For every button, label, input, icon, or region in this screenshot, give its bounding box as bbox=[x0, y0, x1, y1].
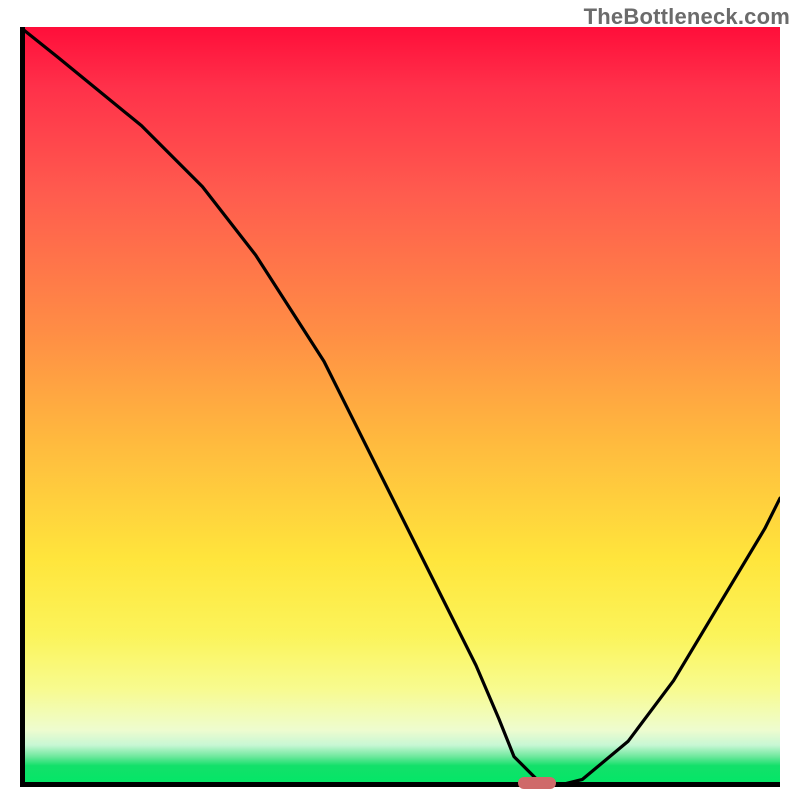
optimal-marker bbox=[518, 777, 556, 789]
chart-frame bbox=[20, 27, 780, 787]
bottleneck-curve bbox=[20, 27, 780, 787]
watermark-text: TheBottleneck.com bbox=[584, 4, 790, 30]
